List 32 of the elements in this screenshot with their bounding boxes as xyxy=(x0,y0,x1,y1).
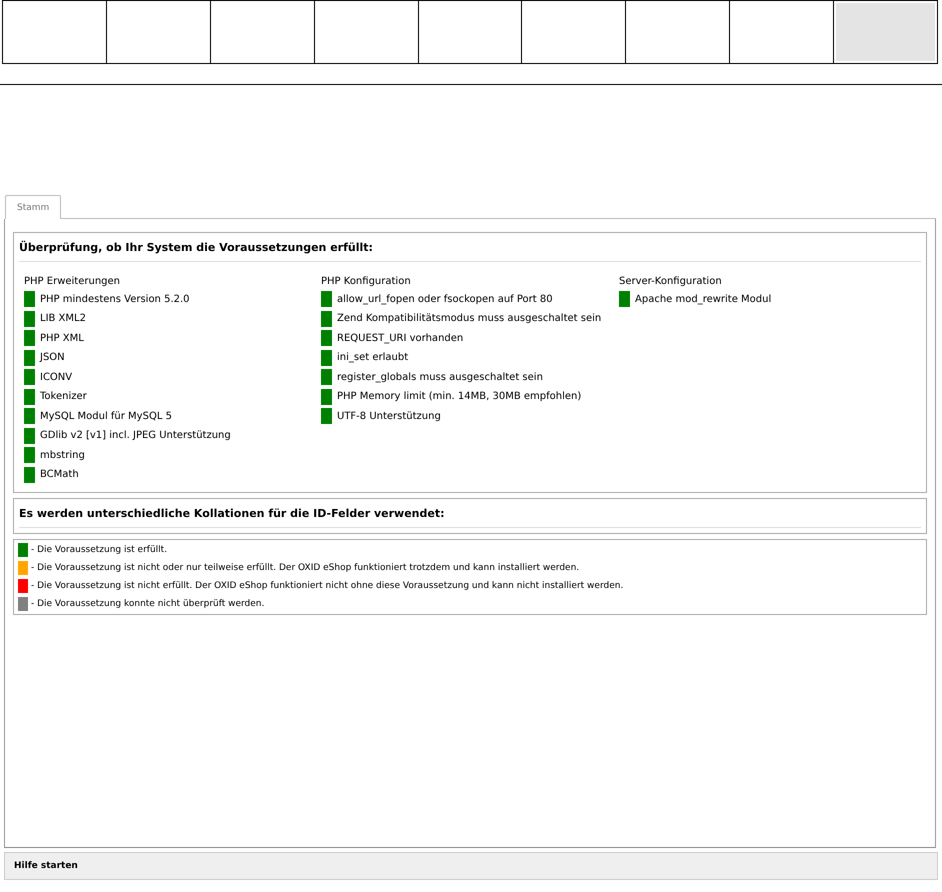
group-title: PHP Erweiterungen xyxy=(24,276,121,287)
check-label: Tokenizer xyxy=(40,391,87,402)
check-label: register_globals muss ausgeschaltet sein xyxy=(337,372,543,383)
check-label: Zend Kompatibilitätsmodus muss ausgeschaltet sein xyxy=(337,313,602,324)
legend-text: - Die Voraussetzung ist nicht erfüllt. Der OXID eShop funktioniert nicht ohne diese Voraussetzung und kann nicht installiert werden. xyxy=(31,581,624,591)
legend-text: - Die Voraussetzung ist erfüllt. xyxy=(31,545,168,555)
check-label: JSON xyxy=(40,352,65,364)
check-label: PHP XML xyxy=(40,332,84,344)
legend-text: - Die Voraussetzung konnte nicht überprüft werden. xyxy=(31,599,264,609)
grid-cell[interactable] xyxy=(314,1,419,63)
grid-cell[interactable] xyxy=(418,1,522,63)
check-label: GDlib v2 [v1] incl. JPEG Unterstützung xyxy=(40,430,231,442)
check-label: Apache mod_rewrite Modul xyxy=(635,294,772,305)
check-label: PHP Memory limit (min. 14MB, 30MB empfohlen) xyxy=(337,391,582,402)
check-label: REQUEST_URI vorhanden xyxy=(337,332,464,344)
check-label: ICONV xyxy=(40,372,72,383)
check-label: BCMath xyxy=(40,469,79,480)
check-label: ini_set erlaubt xyxy=(337,352,408,364)
check-label: MySQL Modul für MySQL 5 xyxy=(40,410,172,422)
legend-text: - Die Voraussetzung ist nicht oder nur teilweise erfüllt. Der OXID eShop funktioniert trotzdem und kann installiert werden. xyxy=(31,563,580,573)
grid-cell[interactable] xyxy=(834,1,938,63)
section-title: Überprüfung, ob Ihr System die Voraussetzungen erfüllt: xyxy=(19,233,921,262)
check-label: mbstring xyxy=(40,450,85,461)
check-label: LIB XML2 xyxy=(40,313,86,324)
check-label: PHP mindestens Version 5.2.0 xyxy=(40,294,190,305)
group-title: PHP Konfiguration xyxy=(321,276,412,287)
section-title: Es werden unterschiedliche Kollationen für die ID-Felder verwendet: xyxy=(19,499,921,528)
help-button[interactable]: Hilfe starten xyxy=(4,852,938,880)
check-label: allow_url_fopen oder fsockopen auf Port 80 xyxy=(337,294,553,305)
check-label: UTF-8 Unterstützung xyxy=(337,410,441,422)
tab[interactable]: Stamm xyxy=(5,195,62,219)
group-title: Server-Konfiguration xyxy=(619,276,723,287)
